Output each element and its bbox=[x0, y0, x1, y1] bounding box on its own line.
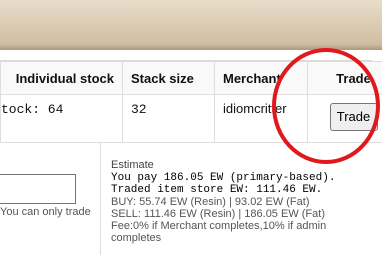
trade-button[interactable]: Trade bbox=[329, 103, 378, 131]
individual-stock-value: tock: 64 bbox=[1, 102, 64, 117]
trade-hint: You can only trade bbox=[0, 206, 91, 218]
table-row: tock: 64 32 idiomcritter Trade bbox=[0, 94, 382, 143]
estimate-label: Estimate bbox=[111, 159, 154, 171]
estimate-panel: Estimate You pay 186.05 EW (primary-base… bbox=[111, 159, 382, 244]
traded-item-store-text: Traded item store EW: 111.46 EW. bbox=[111, 184, 323, 196]
stack-size-value: 32 bbox=[131, 102, 147, 117]
stock-table: Individual stock Stack size Merchant Tra… bbox=[0, 60, 382, 143]
sell-prices: SELL: 111.46 EW (Resin) | 186.05 EW (Fat… bbox=[111, 208, 325, 220]
header-trade: Trade bbox=[307, 61, 382, 95]
merchant-name: idiomcritter bbox=[223, 101, 287, 116]
table-header-row: Individual stock Stack size Merchant Tra… bbox=[0, 61, 382, 95]
quantity-input[interactable] bbox=[0, 174, 76, 204]
buy-prices: BUY: 55.74 EW (Resin) | 93.02 EW (Fat) bbox=[111, 196, 310, 208]
you-pay-text: You pay 186.05 EW (primary-based). bbox=[111, 172, 336, 184]
fee-text: Fee:0% if Merchant completes,10% if admi… bbox=[111, 220, 327, 232]
header-stack-size: Stack size bbox=[122, 61, 215, 95]
trade-form: You can only trade bbox=[0, 142, 101, 255]
header-individual-stock: Individual stock bbox=[0, 61, 123, 95]
parchment-banner bbox=[0, 0, 382, 50]
fee-text-continued: completes bbox=[111, 232, 162, 244]
header-merchant: Merchant bbox=[214, 61, 308, 95]
